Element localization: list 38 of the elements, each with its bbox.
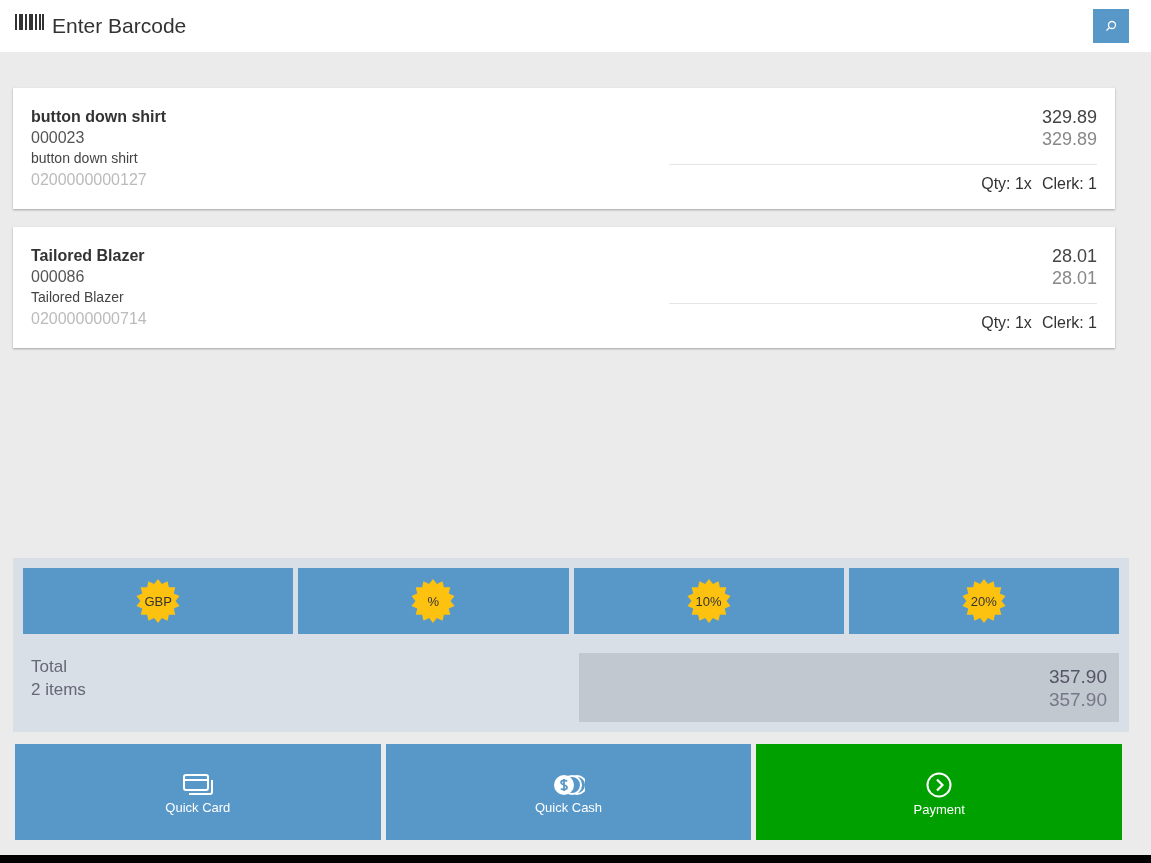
discount-button[interactable]: % (298, 568, 569, 634)
search-button[interactable] (1093, 9, 1129, 43)
coins-icon (552, 774, 585, 796)
total-amount: 357.90 (1048, 664, 1107, 688)
discount-button[interactable]: GBP (23, 568, 294, 634)
total-net-amount: 357.90 (1048, 687, 1107, 711)
barcode-input-field[interactable]: Enter Barcode (52, 14, 1085, 38)
discount-button[interactable]: 20% (848, 568, 1119, 634)
item-card[interactable]: button down shirt 000023 button down shirt 0200000000127 329.89 329.89 Qty: 1x Clerk: 1 (13, 88, 1115, 209)
arrow-circle-icon (926, 772, 953, 798)
item-price: 28.01 (1051, 245, 1097, 267)
starburst-icon (685, 578, 732, 624)
item-net-price: 329.89 (1041, 128, 1097, 150)
item-name: button down shirt (31, 107, 167, 127)
item-barcode: 0200000000127 (31, 170, 148, 190)
starburst-icon (410, 578, 457, 624)
item-card[interactable]: Tailored Blazer 000086 Tailored Blazer 0200000000714 28.01 28.01 Qty: 1x Clerk: 1 (13, 227, 1115, 348)
barcode-icon (15, 14, 44, 30)
item-clerk: Clerk: 1 (1041, 314, 1097, 332)
cards-icon (182, 774, 213, 796)
item-code: 000086 (31, 267, 86, 287)
item-name: Tailored Blazer (31, 246, 146, 266)
item-net-price: 28.01 (1051, 267, 1097, 289)
item-price: 329.89 (1041, 106, 1097, 128)
item-quantity: Qty: 1x (981, 314, 1032, 332)
starburst-icon (135, 578, 182, 624)
item-clerk: Clerk: 1 (1041, 175, 1097, 193)
starburst-icon (960, 578, 1007, 624)
item-count: 2 items (31, 679, 86, 701)
item-code: 000023 (31, 128, 86, 148)
item-description: button down shirt (31, 149, 139, 168)
item-quantity: Qty: 1x (981, 175, 1032, 193)
discount-button[interactable]: 10% (573, 568, 844, 634)
total-label: Total (31, 656, 68, 678)
barcode-entry-bar[interactable]: Enter Barcode (0, 0, 1151, 52)
item-barcode: 0200000000714 (31, 309, 147, 329)
search-icon (1105, 20, 1117, 32)
item-description: Tailored Blazer (31, 288, 125, 307)
